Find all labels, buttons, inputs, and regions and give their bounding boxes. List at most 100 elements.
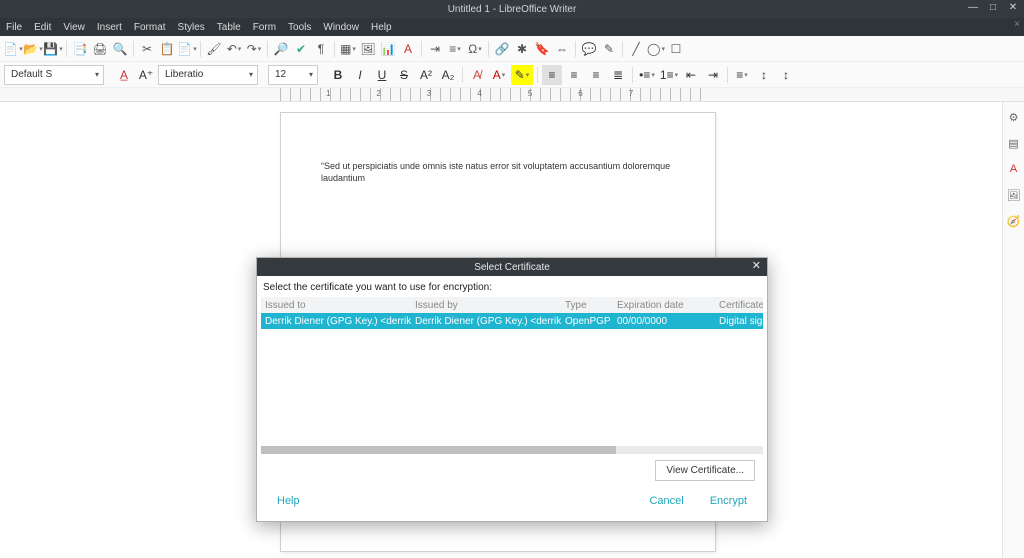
separator [632,67,633,83]
certificate-hscrollbar[interactable] [261,446,763,454]
bullet-list-button[interactable]: •≡ [637,65,657,85]
certificate-row[interactable]: Derrik Diener (GPG Key.) <derrik.diener@… [261,313,763,329]
font-name-combo[interactable]: Liberatio [158,65,258,85]
decrease-spacing-button[interactable]: ↕ [776,65,796,85]
horizontal-ruler[interactable]: 1 2 3 4 5 6 7 [0,88,1024,102]
insert-image-button[interactable]: 🖼 [359,40,377,58]
ruler-tick: 6 [578,89,582,98]
col-issued-by[interactable]: Issued by [411,300,561,311]
clear-format-button[interactable]: A̸ [467,65,487,85]
ruler-tick: 5 [528,89,532,98]
menu-edit[interactable]: Edit [34,22,51,33]
bold-button[interactable]: B [328,65,348,85]
open-button[interactable]: 📂 [24,40,42,58]
window-close-icon[interactable]: ✕ [1008,2,1018,13]
menu-file[interactable]: File [6,22,22,33]
paragraph-style-combo[interactable]: Default S [4,65,104,85]
window-maximize-icon[interactable]: □ [988,2,998,13]
number-list-button[interactable]: 1≡ [659,65,679,85]
menu-format[interactable]: Format [134,22,166,33]
align-center-button[interactable]: ≡ [564,65,584,85]
font-size-combo[interactable]: 12 [268,65,318,85]
italic-button[interactable]: I [350,65,370,85]
document-text[interactable]: “Sed ut perspiciatis unde omnis iste nat… [321,161,675,184]
sidebar-properties-icon[interactable]: ⚙ [1005,108,1023,126]
cut-button[interactable]: ✂ [138,40,156,58]
menu-form[interactable]: Form [253,22,276,33]
cell-expiration: 00/00/0000 [613,316,715,327]
document-workspace: “Sed ut perspiciatis unde omnis iste nat… [0,102,1024,558]
comment-button[interactable]: 💬 [580,40,598,58]
increase-spacing-button[interactable]: ↕ [754,65,774,85]
print-preview-button[interactable]: 🔍 [111,40,129,58]
window-minimize-icon[interactable]: — [968,2,978,13]
sidebar-styles-icon[interactable]: A [1005,160,1023,178]
hyperlink-button[interactable]: 🔗 [493,40,511,58]
undo-button[interactable]: ↶ [225,40,243,58]
strike-button[interactable]: S [394,65,414,85]
document-close-icon[interactable]: × [1014,19,1020,30]
view-certificate-button[interactable]: View Certificate... [655,460,755,481]
draw-functions-button[interactable]: ☐ [667,40,685,58]
align-right-button[interactable]: ≡ [586,65,606,85]
menu-help[interactable]: Help [371,22,392,33]
menu-styles[interactable]: Styles [178,22,205,33]
bookmark-button[interactable]: 🔖 [533,40,551,58]
sidebar-page-icon[interactable]: ▤ [1005,134,1023,152]
footnote-button[interactable]: ✱ [513,40,531,58]
standard-toolbar: 📄 📂 💾 📑 🖨 🔍 ✂ 📋 📄 🖌 ↶ ↷ 🔎 ✔ ¶ ▦ 🖼 📊 A ⇥ … [0,36,1024,62]
new-doc-button[interactable]: 📄 [4,40,22,58]
cell-issued-by: Derrik Diener (GPG Key.) <derrik.diener@… [411,316,561,327]
insert-chart-button[interactable]: 📊 [379,40,397,58]
encrypt-button[interactable]: Encrypt [710,495,747,507]
sidebar-gallery-icon[interactable]: 🖼 [1005,186,1023,204]
export-pdf-button[interactable]: 📑 [71,40,89,58]
special-char-button[interactable]: Ω [466,40,484,58]
sidebar: ⚙ ▤ A 🖼 🧭 [1002,102,1024,558]
indent-button[interactable]: ⇥ [703,65,723,85]
insert-table-button[interactable]: ▦ [339,40,357,58]
menu-window[interactable]: Window [323,22,359,33]
line-spacing-button[interactable]: ≡ [732,65,752,85]
menu-insert[interactable]: Insert [97,22,122,33]
help-button[interactable]: Help [277,495,300,507]
menu-view[interactable]: View [63,22,85,33]
cancel-button[interactable]: Cancel [649,495,683,507]
paste-button[interactable]: 📄 [178,40,196,58]
redo-button[interactable]: ↷ [245,40,263,58]
insert-textbox-button[interactable]: A [399,40,417,58]
align-left-button[interactable]: ≡ [542,65,562,85]
page-break-button[interactable]: ⇥ [426,40,444,58]
track-changes-button[interactable]: ✎ [600,40,618,58]
update-style-button[interactable]: A̲ [114,65,134,85]
shapes-button[interactable]: ◯ [647,40,665,58]
separator [66,41,67,57]
superscript-button[interactable]: A² [416,65,436,85]
sidebar-navigator-icon[interactable]: 🧭 [1005,212,1023,230]
menu-tools[interactable]: Tools [288,22,311,33]
find-button[interactable]: 🔎 [272,40,290,58]
formatting-marks-button[interactable]: ¶ [312,40,330,58]
menu-table[interactable]: Table [217,22,241,33]
col-usage[interactable]: Certificate us [715,300,763,311]
copy-button[interactable]: 📋 [158,40,176,58]
dialog-close-icon[interactable]: ✕ [752,259,761,272]
separator [200,41,201,57]
clone-format-button[interactable]: 🖌 [205,40,223,58]
align-justify-button[interactable]: ≣ [608,65,628,85]
font-color-button[interactable]: A [489,65,509,85]
highlight-button[interactable]: ✎ [511,65,533,85]
col-type[interactable]: Type [561,300,613,311]
subscript-button[interactable]: A₂ [438,65,458,85]
save-button[interactable]: 💾 [44,40,62,58]
print-button[interactable]: 🖨 [91,40,109,58]
outdent-button[interactable]: ⇤ [681,65,701,85]
col-issued-to[interactable]: Issued to [261,300,411,311]
col-expiration[interactable]: Expiration date [613,300,715,311]
cross-ref-button[interactable]: ⇔ [553,40,571,58]
new-style-button[interactable]: A⁺ [136,65,156,85]
line-button[interactable]: ╱ [627,40,645,58]
spellcheck-button[interactable]: ✔ [292,40,310,58]
insert-field-button[interactable]: ≡ [446,40,464,58]
underline-button[interactable]: U [372,65,392,85]
